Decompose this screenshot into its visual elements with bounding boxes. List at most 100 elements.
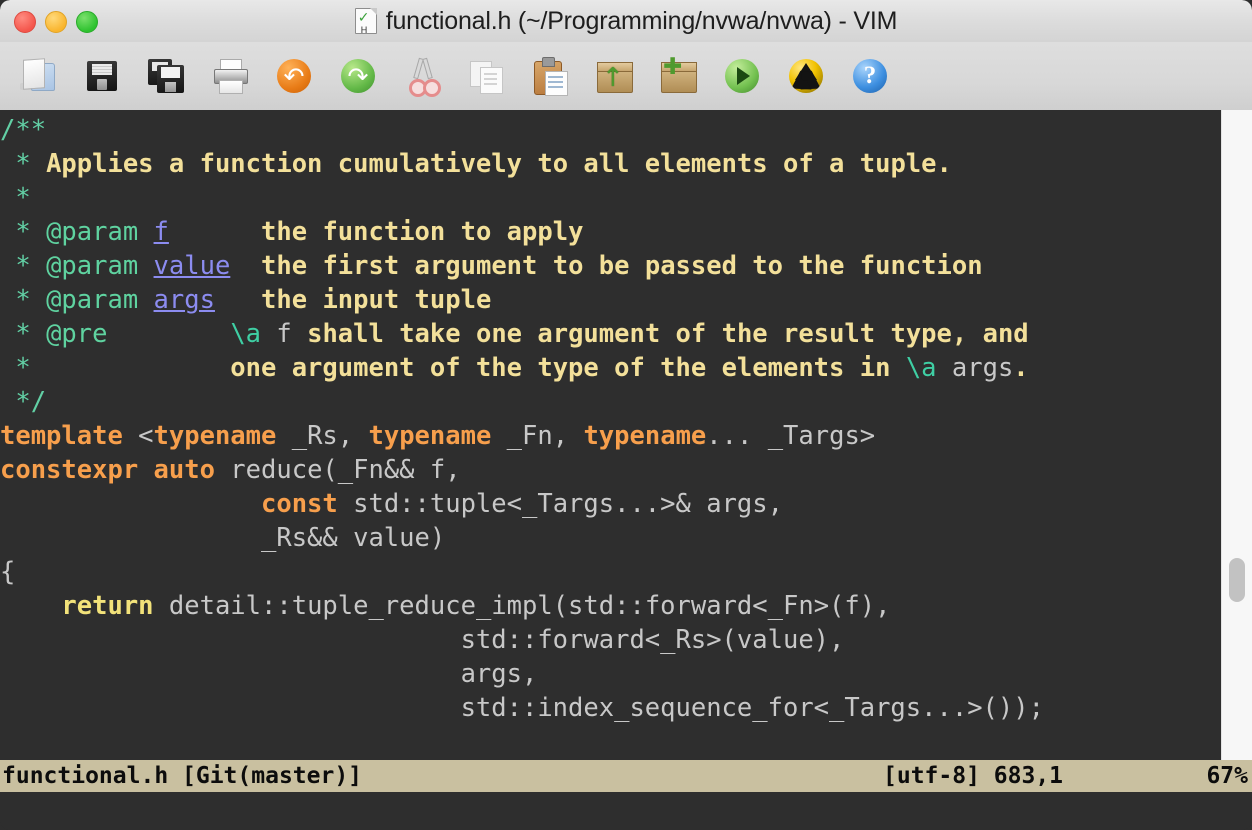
window-title-area: ✓ H functional.h (~/Programming/nvwa/nvwa… [0,0,1252,42]
save-floppy-icon [81,55,123,97]
vim-header-file-icon: ✓ H [354,8,377,35]
code-token: the function to apply [261,217,584,247]
toolbar-help-button[interactable]: ? [846,52,894,100]
make-radiation-icon [785,55,827,97]
status-encoding-position: [utf-8] 683,1 [883,763,1064,789]
code-token: @pre [46,319,108,349]
toolbar: ↶ ↷ ↑ ✚ ? [0,42,1252,111]
code-token: \a [230,319,262,349]
code-token: args [153,285,215,315]
window-title: functional.h (~/Programming/nvwa/nvwa) -… [385,6,898,35]
redo-icon: ↷ [337,55,379,97]
code-line: std::forward<_Rs>(value), [0,623,1044,657]
code-token: /** [0,115,47,145]
save-all-icon [145,55,187,97]
code-line: template <typename _Rs, typename _Fn, ty… [0,419,1044,453]
code-token: auto [153,455,215,485]
code-token: std::tuple<_Targs...>& args, [337,489,783,519]
help-question-icon: ? [849,55,891,97]
toolbar-undo-button[interactable]: ↶ [270,52,318,100]
code-token: f [153,217,169,247]
code-token: \a [905,353,937,383]
open-folder-icon [17,55,59,97]
toolbar-paste-button[interactable] [526,52,574,100]
code-token: * [0,285,47,315]
toolbar-run-script-button[interactable] [718,52,766,100]
toolbar-print-button[interactable] [206,52,254,100]
editor-text-area[interactable]: /** * Applies a function cumulatively to… [0,110,1222,760]
toolbar-save-all-button[interactable] [142,52,190,100]
status-bar: functional.h [Git(master)] [utf-8] 683,1… [0,760,1252,792]
copy-icon [465,55,507,97]
code-token: value [153,251,231,281]
toolbar-save-session-button[interactable]: ✚ [654,52,702,100]
toolbar-redo-button[interactable]: ↷ [334,52,382,100]
code-token: args, [0,659,538,689]
title-bar: ✓ H functional.h (~/Programming/nvwa/nvwa… [0,0,1252,43]
code-token: f [261,319,308,349]
code-line: */ [0,385,1044,419]
code-line: * @pre \a f shall take one argument of t… [0,317,1044,351]
code-line: * @param f the function to apply [0,215,1044,249]
print-icon [209,55,251,97]
save-session-box-icon: ✚ [657,55,699,97]
toolbar-load-session-button[interactable]: ↑ [590,52,638,100]
cut-scissors-icon [401,55,443,97]
code-token: ... _Targs> [706,421,876,451]
code-token: std::index_sequence_for<_Targs...>()); [0,693,1044,723]
code-token: args [936,353,1014,383]
toolbar-make-button[interactable] [782,52,830,100]
code-token: { [0,557,16,587]
run-script-play-icon [721,55,763,97]
code-token: std::forward<_Rs>(value), [0,625,845,655]
source-code: /** * Applies a function cumulatively to… [0,113,1044,760]
code-line: * Applies a function cumulatively to all… [0,147,1044,181]
code-token: * [0,353,47,383]
undo-icon: ↶ [273,55,315,97]
code-token: constexpr [0,455,139,485]
toolbar-cut-button[interactable] [398,52,446,100]
code-line: args, [0,657,1044,691]
toolbar-save-button[interactable] [78,52,126,100]
paste-clipboard-icon [529,55,571,97]
code-token: * [0,149,47,179]
code-token: . [1013,353,1029,383]
code-line: * @param value the first argument to be … [0,249,1044,283]
load-session-box-icon: ↑ [593,55,635,97]
toolbar-copy-button[interactable] [462,52,510,100]
code-token: _Rs, [276,421,369,451]
status-percent: 67% [1206,763,1248,789]
code-line: * [0,181,1044,215]
code-token: shall take one argument of the result ty… [307,319,1029,349]
window-bottom-edge [0,792,1252,830]
vertical-scrollbar[interactable] [1221,110,1252,760]
code-token: @param [46,217,139,247]
code-token: one argument of the type of the elements… [230,353,906,383]
toolbar-open-button[interactable] [14,52,62,100]
code-token: */ [0,387,47,417]
code-token: typename [368,421,492,451]
code-token: reduce(_Fn&& f, [214,455,461,485]
code-token: _Rs&& value) [0,523,446,553]
code-token: const [261,489,338,519]
code-line: { [0,555,1044,589]
code-token: the first argument to be passed to the f… [261,251,983,281]
code-line: /** [0,113,1044,147]
code-token: * [0,251,47,281]
code-token: * [0,183,31,213]
code-line: constexpr auto reduce(_Fn&& f, [0,453,1044,487]
code-token: typename [153,421,277,451]
code-token: @param [46,285,139,315]
code-token: the input tuple [261,285,492,315]
scrollbar-thumb[interactable] [1229,558,1245,602]
status-file-info: functional.h [Git(master)] [2,763,363,789]
